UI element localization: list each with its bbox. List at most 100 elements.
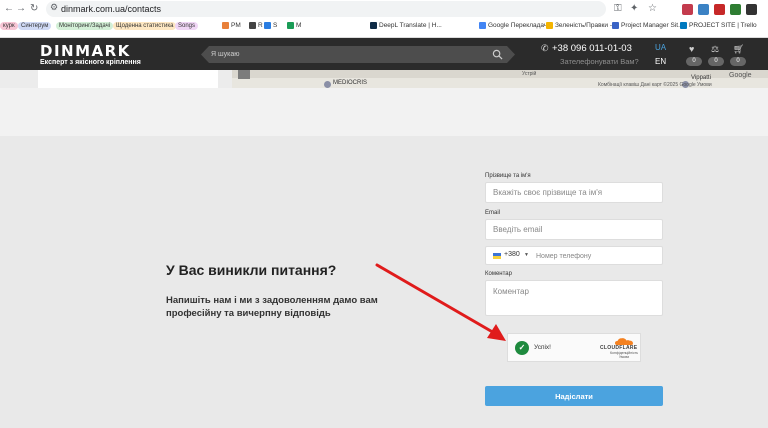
extension-icon[interactable] <box>746 4 757 15</box>
bookmark-item[interactable]: Songs <box>175 22 199 30</box>
bookmark-label: R <box>258 22 263 29</box>
ukraine-flag-icon[interactable] <box>493 253 501 259</box>
email-label: Email <box>485 210 501 216</box>
map-label: Vippatti <box>691 75 711 81</box>
logo-tagline: Експерт з якісного кріплення <box>40 59 141 66</box>
bookmark-label: Songs <box>175 22 199 30</box>
map-pin-icon[interactable] <box>324 81 331 88</box>
comment-textarea[interactable] <box>485 280 663 316</box>
bookmark-favicon-icon <box>287 22 294 29</box>
bookmark-item[interactable]: R <box>249 22 263 29</box>
bookmark-label: Синтерум <box>18 22 52 30</box>
captcha-status: Успіх! <box>534 344 551 351</box>
map-label: Устрій <box>522 71 537 77</box>
success-check-icon: ✓ <box>515 341 529 355</box>
translate-icon[interactable]: ✦ <box>630 3 638 14</box>
bookmarks-bar: курк Синтерум Моніторинг/Задачі Щоденна ста… <box>0 20 768 36</box>
cloudflare-captcha[interactable]: ✓ Успіх! CLOUDFLARE Конфіденційність Умо… <box>507 333 641 362</box>
search-bar[interactable] <box>201 46 515 63</box>
lang-ua[interactable]: UA <box>655 43 666 52</box>
extension-icon[interactable] <box>714 4 725 15</box>
forward-icon[interactable]: → <box>16 3 26 14</box>
bookmark-item[interactable]: DeepL Translate | H... <box>370 22 442 29</box>
map-road <box>232 70 768 78</box>
extension-icon[interactable] <box>682 4 693 15</box>
reload-icon[interactable]: ↻ <box>30 3 38 14</box>
wishlist-count: 0 <box>686 57 702 66</box>
phone-icon: ✆ <box>541 43 549 53</box>
search-input[interactable] <box>211 48 481 61</box>
extension-icon[interactable] <box>730 4 741 15</box>
bookmark-favicon-icon <box>612 22 619 29</box>
bookmark-item[interactable]: PROJECT SITE | Trello <box>680 22 757 29</box>
bookmark-label: S <box>273 22 278 29</box>
bookmark-favicon-icon <box>546 22 553 29</box>
url-text: dinmark.com.ua/contacts <box>61 4 162 14</box>
nav-row: ← → ↻ ⚙ dinmark.com.ua/contacts ⚿ ✦ ☆ <box>0 0 768 19</box>
phone-field-group: +380 ▼ <box>485 246 663 265</box>
address-bar[interactable]: ⚙ dinmark.com.ua/contacts <box>46 1 606 17</box>
bookmark-favicon-icon <box>680 22 687 29</box>
contact-card <box>38 70 218 88</box>
bookmark-label: Project Manager Sit... <box>621 22 684 29</box>
contact-heading: У Вас виникли питання? <box>166 262 337 278</box>
browser-toolbar: ← → ↻ ⚙ dinmark.com.ua/contacts ⚿ ✦ ☆ ку… <box>0 0 768 38</box>
bookmark-label: M <box>296 22 302 29</box>
bookmark-item[interactable]: PM <box>222 22 241 29</box>
bookmark-item[interactable]: M <box>287 22 301 29</box>
map-streetview-thumb[interactable] <box>238 70 250 79</box>
search-icon[interactable] <box>492 49 503 60</box>
bookmark-favicon-icon <box>264 22 271 29</box>
bookmark-favicon-icon <box>370 22 377 29</box>
google-logo: Google <box>729 72 752 79</box>
compare-count: 0 <box>708 57 724 66</box>
bookmark-item[interactable]: S <box>264 22 277 29</box>
bookmark-label: Моніторинг/Задачі <box>56 22 114 30</box>
cart-count: 0 <box>730 57 746 66</box>
site-header: DINMARK Експерт з якісного кріплення ✆ +… <box>0 38 768 70</box>
phone-input[interactable] <box>536 249 656 263</box>
bookmark-label: PM <box>231 22 241 29</box>
bookmark-favicon-icon <box>249 22 256 29</box>
bookmark-label: DeepL Translate | H... <box>379 22 442 29</box>
cart-icon[interactable]: 🛒︎ <box>733 44 744 55</box>
phone-country-code[interactable]: +380 <box>504 251 520 258</box>
bookmark-item[interactable]: курк <box>0 22 18 30</box>
submit-button[interactable]: Надіслати <box>485 386 663 406</box>
bookmark-star-icon[interactable]: ☆ <box>648 3 657 14</box>
extension-icon[interactable] <box>698 4 709 15</box>
header-phone[interactable]: +38 096 011-01-03 <box>552 43 632 54</box>
name-label: Прізвище та ім'я <box>485 173 531 179</box>
contact-subtext: Напишіть нам і ми з задоволенням дамо ва… <box>166 295 378 319</box>
google-map[interactable]: MEDIOCRIS Vippatti Устрій Google Комбіна… <box>232 70 768 88</box>
compare-icon[interactable]: ⚖ <box>711 44 719 55</box>
name-input[interactable] <box>485 182 663 203</box>
bookmark-label: курк <box>0 22 18 30</box>
chevron-down-icon[interactable]: ▼ <box>524 252 529 258</box>
cloudflare-cloud-icon <box>615 338 633 345</box>
page-band <box>0 88 768 136</box>
bookmark-favicon-icon <box>222 22 229 29</box>
bookmark-item[interactable]: Моніторинг/Задачі <box>56 22 114 30</box>
comment-label: Коментар <box>485 271 512 277</box>
captcha-terms-link[interactable]: Умови <box>610 355 638 359</box>
callback-link[interactable]: Зателефонувати Вам? <box>560 57 639 66</box>
lang-en[interactable]: EN <box>655 57 666 66</box>
site-logo[interactable]: DINMARK <box>40 42 131 60</box>
bookmark-label: Google Перекладач <box>488 22 548 29</box>
bookmark-favicon-icon <box>479 22 486 29</box>
bookmark-item[interactable]: Google Перекладач <box>479 22 547 29</box>
bookmark-item[interactable]: Project Manager Sit... <box>612 22 684 29</box>
map-label: MEDIOCRIS <box>333 80 368 86</box>
back-icon[interactable]: ← <box>4 3 14 14</box>
email-input[interactable] <box>485 219 663 240</box>
bookmark-label: PROJECT SITE | Trello <box>689 22 757 29</box>
bookmark-label: Щоденна статистика <box>113 22 177 30</box>
bookmark-item[interactable]: Щоденна статистика <box>113 22 177 30</box>
bookmark-label: Зеленість/Правки -... <box>555 22 618 29</box>
bookmark-item[interactable]: Зеленість/Правки -... <box>546 22 617 29</box>
site-info-icon[interactable]: ⚙ <box>50 2 58 13</box>
key-icon[interactable]: ⚿ <box>614 3 622 14</box>
bookmark-item[interactable]: Синтерум <box>18 22 52 30</box>
heart-icon[interactable]: ♥ <box>689 44 694 54</box>
